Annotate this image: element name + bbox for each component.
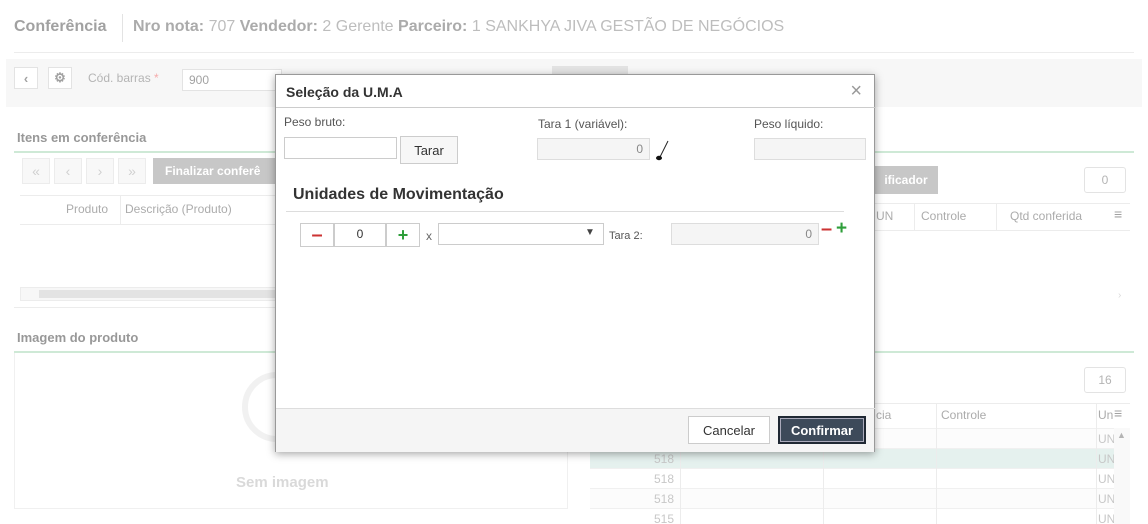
times-label: x <box>426 229 432 243</box>
plus-icon: + <box>397 224 409 245</box>
tarar-button[interactable]: Tarar <box>400 136 458 164</box>
remove-row-icon[interactable]: – <box>821 218 832 241</box>
section-divider <box>286 211 844 212</box>
peso-liquido-label: Peso líquido: <box>754 117 824 131</box>
cancel-button[interactable]: Cancelar <box>688 416 770 444</box>
uma-selection-dialog: Seleção da U.M.A × Peso bruto: Tarar Tar… <box>275 74 876 452</box>
unit-select[interactable] <box>438 223 604 245</box>
tara1-input[interactable]: 0 <box>537 138 650 160</box>
confirm-button[interactable]: Confirmar <box>778 416 866 444</box>
dialog-title: Seleção da U.M.A <box>286 84 403 100</box>
peso-bruto-input[interactable] <box>284 137 397 159</box>
tara2-input[interactable]: 0 <box>671 223 819 245</box>
increase-button[interactable]: + <box>386 223 420 247</box>
close-icon[interactable]: × <box>850 80 862 103</box>
tara2-label: Tara 2: <box>609 230 643 242</box>
decrease-button[interactable]: – <box>300 223 334 247</box>
peso-bruto-label: Peso bruto: <box>284 115 346 129</box>
chevron-down-icon[interactable]: ▼ <box>585 227 595 238</box>
add-row-icon[interactable]: + <box>836 218 847 240</box>
pointer-cursor-icon <box>656 140 669 161</box>
peso-liquido-input[interactable] <box>754 138 866 160</box>
quantity-input[interactable]: 0 <box>334 223 386 247</box>
section-title: Unidades de Movimentação <box>293 186 504 203</box>
dialog-title-divider <box>276 107 876 108</box>
minus-icon: – <box>311 223 323 246</box>
tara1-label: Tara 1 (variável): <box>538 117 628 131</box>
